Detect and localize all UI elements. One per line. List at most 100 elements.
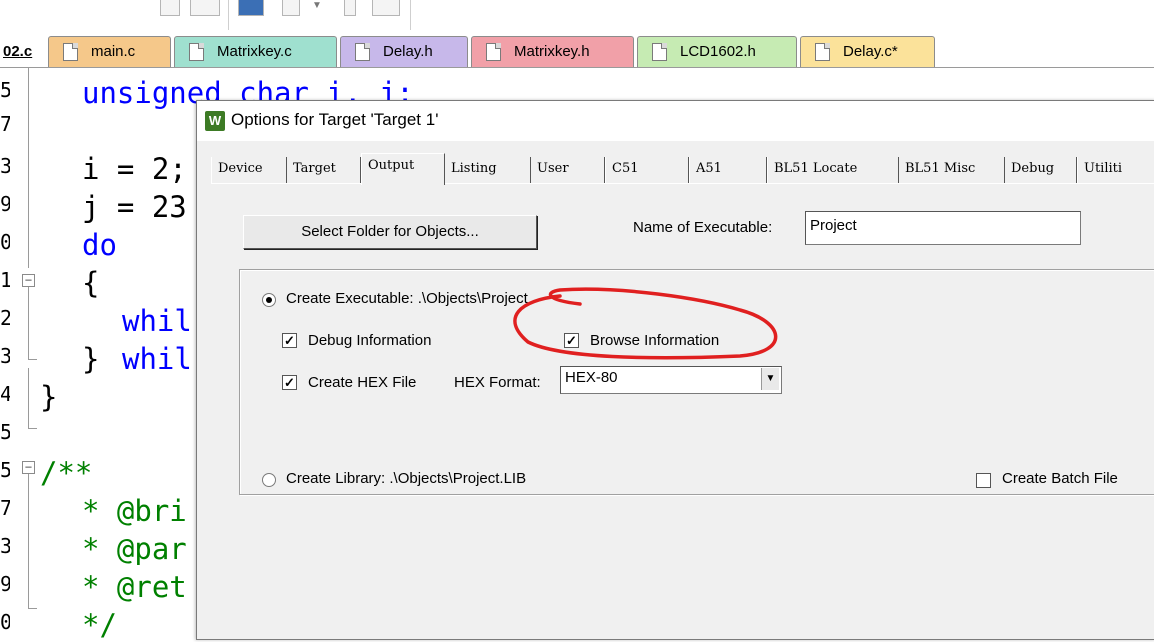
tab-listing[interactable]: Listing [445,157,531,183]
line-number: 1 [0,268,10,292]
keil-uvision-icon: W [205,111,225,131]
file-icon [355,43,370,61]
line-number: 5 [0,78,10,102]
toolbar-button-icon[interactable] [372,0,400,16]
toolbar: ▼ [0,0,1154,36]
code-line: j = 23 [82,190,187,224]
code-line: { [82,266,100,300]
line-number: 7 [0,112,10,136]
code-line: do [82,228,117,262]
tab-debug[interactable]: Debug [1005,157,1077,183]
tab-a51[interactable]: A51 [689,157,767,183]
editor-tab-delay-c[interactable]: Delay.c* [800,36,935,67]
tab-device[interactable]: Device [211,157,287,183]
hex-format-value: HEX-80 [565,369,618,386]
line-number: 5 [0,420,10,444]
name-of-executable-label: Name of Executable: [633,219,773,236]
dropdown-arrow-icon[interactable]: ▼ [312,0,324,16]
editor-tab-matrixkey-h[interactable]: Matrixkey.h [471,36,634,67]
toolbar-button-icon[interactable] [344,0,356,16]
hex-format-label: HEX Format: [454,374,541,391]
line-number: 9 [0,192,10,216]
editor-tab-label: main.c [91,43,136,60]
code-line: } [82,342,117,376]
fold-collapse-icon[interactable]: − [22,274,35,287]
fold-line [28,287,29,359]
fold-end-marker [28,608,37,609]
tab-user[interactable]: User [531,157,605,183]
toolbar-button-icon[interactable] [282,0,300,16]
file-icon [63,43,78,61]
file-icon [652,43,667,61]
chevron-down-icon[interactable]: ▼ [761,368,779,390]
create-executable-radio[interactable] [262,293,276,307]
editor-tab-lcd1602-c[interactable]: 02.c [0,36,38,67]
line-number: 3 [0,154,10,178]
line-number: 3 [0,534,10,558]
browse-information-label: Browse Information [590,332,720,349]
toolbar-button-icon[interactable] [238,0,264,16]
tab-utilities[interactable]: Utiliti [1077,157,1154,183]
browse-information-checkbox[interactable]: ✓ [564,333,579,348]
options-dialog: W Options for Target 'Target 1' Device T… [196,100,1154,640]
editor-tab-lcd1602-h[interactable]: LCD1602.h [637,36,797,67]
create-hex-checkbox[interactable]: ✓ [282,375,297,390]
hex-format-select[interactable]: HEX-80 ▼ [560,366,782,394]
line-number: 0 [0,230,10,254]
editor-tab-label: 02.c [3,43,33,60]
editor-tab-matrixkey-c[interactable]: Matrixkey.c [174,36,337,67]
tab-bl51-locate[interactable]: BL51 Locate [767,157,899,183]
create-executable-label: Create Executable: .\Objects\Project [286,290,528,307]
line-number: 7 [0,496,10,520]
fold-end-marker [28,359,37,360]
file-icon [815,43,830,61]
code-comment: * @par [82,532,187,566]
tab-divider [211,183,1154,184]
fold-line [28,368,29,428]
code-line: whil [122,304,192,338]
line-number: 3 [0,344,10,368]
tab-c51[interactable]: C51 [605,157,689,183]
debug-information-checkbox[interactable]: ✓ [282,333,297,348]
options-tabs: Device Target Output Listing User C51 A5… [211,153,1154,185]
tab-target[interactable]: Target [287,157,361,183]
file-icon [486,43,501,61]
editor-tab-label: LCD1602.h [680,43,756,60]
code-line: i = 2; [82,152,187,186]
create-hex-label: Create HEX File [308,374,417,391]
fold-collapse-icon[interactable]: − [22,461,35,474]
create-library-radio[interactable] [262,473,276,487]
editor-tab-label: Matrixkey.h [514,43,590,60]
line-number: 9 [0,572,10,596]
file-icon [189,43,204,61]
line-number: 0 [0,610,10,634]
create-batch-checkbox[interactable] [976,473,991,488]
editor-tab-label: Delay.h [383,43,433,60]
toolbar-button-icon[interactable] [190,0,220,16]
editor-tab-bar: 02.c main.c Matrixkey.c Delay.h Matrixke… [0,36,1154,68]
fold-line [28,474,29,608]
line-number: 5 [0,458,10,482]
tab-output[interactable]: Output [361,153,445,185]
code-comment: * @bri [82,494,187,528]
editor-tab-label: Matrixkey.c [217,43,292,60]
select-folder-button[interactable]: Select Folder for Objects... [243,215,537,249]
toolbar-separator [410,0,411,30]
editor-tab-label: Delay.c* [843,43,898,60]
code-line: } [40,380,58,414]
code-comment: */ [82,608,117,642]
name-of-executable-field[interactable]: Project [805,211,1081,245]
fold-line [28,68,29,268]
code-comment: * @ret [82,570,187,604]
editor-tab-main-c[interactable]: main.c [48,36,171,67]
toolbar-button-icon[interactable] [160,0,180,16]
tab-bl51-misc[interactable]: BL51 Misc [899,157,1005,183]
fold-end-marker [28,428,37,429]
editor-tab-delay-h[interactable]: Delay.h [340,36,468,67]
toolbar-separator [228,0,229,30]
dialog-title: Options for Target 'Target 1' [231,110,439,129]
create-library-label: Create Library: .\Objects\Project.LIB [286,470,527,487]
code-comment: /** [40,456,93,490]
line-number: 4 [0,382,10,406]
dialog-title-bar[interactable]: W Options for Target 'Target 1' [197,101,1154,141]
